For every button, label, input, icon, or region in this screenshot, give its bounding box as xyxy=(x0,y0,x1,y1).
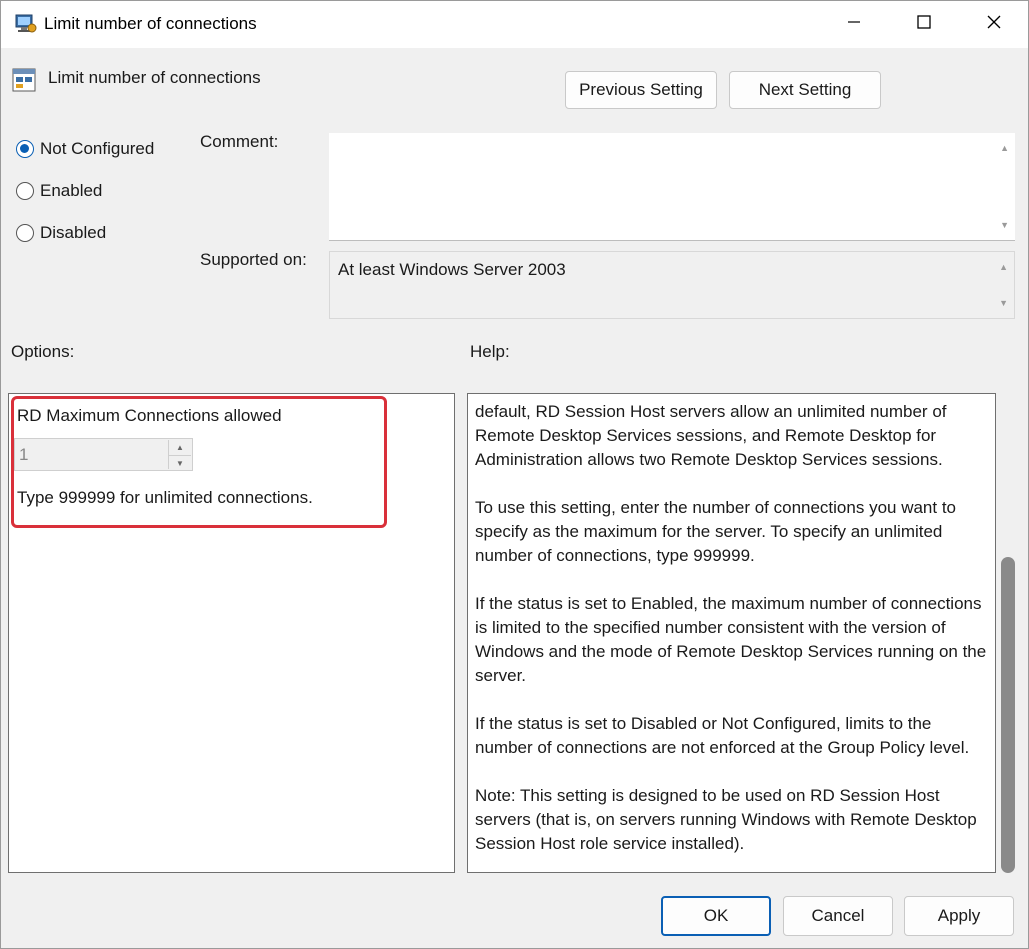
ok-button[interactable]: OK xyxy=(661,896,771,936)
comment-textarea[interactable]: ▲ ▼ xyxy=(329,133,1015,241)
radio-label: Disabled xyxy=(40,223,107,242)
apply-button[interactable]: Apply xyxy=(904,896,1014,936)
help-panel: default, RD Session Host servers allow a… xyxy=(467,393,996,873)
scroll-up-icon[interactable]: ▲ xyxy=(999,262,1008,272)
annotation-highlight-box xyxy=(11,396,387,528)
minimize-button[interactable] xyxy=(819,1,889,48)
radio-checked-icon xyxy=(16,140,34,158)
previous-setting-button[interactable]: Previous Setting xyxy=(565,71,717,109)
close-icon xyxy=(986,14,1002,35)
help-paragraph: default, RD Session Host servers allow a… xyxy=(475,402,947,469)
help-label: Help: xyxy=(470,342,510,361)
radio-unchecked-icon xyxy=(16,224,34,242)
next-setting-button[interactable]: Next Setting xyxy=(729,71,881,109)
supported-on-field: At least Windows Server 2003 ▲ ▼ xyxy=(329,251,1015,319)
maximize-button[interactable] xyxy=(889,1,959,48)
setting-title: Limit number of connections xyxy=(48,68,261,87)
help-text: default, RD Session Host servers allow a… xyxy=(475,400,990,872)
title-bar[interactable]: Limit number of connections xyxy=(1,1,1028,48)
radio-disabled[interactable]: Disabled xyxy=(16,223,106,243)
radio-enabled[interactable]: Enabled xyxy=(16,181,102,201)
scroll-down-icon[interactable]: ▼ xyxy=(1000,220,1009,230)
maximize-icon xyxy=(916,14,932,35)
scroll-up-icon[interactable]: ▲ xyxy=(1000,143,1009,153)
group-policy-app-icon xyxy=(15,13,37,33)
radio-unchecked-icon xyxy=(16,182,34,200)
help-scrollbar-thumb[interactable] xyxy=(1001,557,1015,873)
cancel-button[interactable]: Cancel xyxy=(783,896,893,936)
help-paragraph: If the status is set to Enabled, the max… xyxy=(475,594,987,685)
options-label: Options: xyxy=(11,342,75,361)
scroll-down-icon[interactable]: ▼ xyxy=(999,298,1008,308)
help-paragraph: Note: This setting is designed to be use… xyxy=(475,786,977,853)
radio-label: Not Configured xyxy=(40,139,155,158)
supported-on-label: Supported on: xyxy=(200,250,307,269)
policy-dialog: Limit number of connections Limit number… xyxy=(0,0,1029,949)
close-button[interactable] xyxy=(959,1,1028,48)
policy-setting-icon xyxy=(12,67,36,93)
comment-label: Comment: xyxy=(200,132,279,151)
supported-on-value: At least Windows Server 2003 xyxy=(338,260,566,279)
help-paragraph: To use this setting, enter the number of… xyxy=(475,498,957,565)
minimize-icon xyxy=(846,14,862,35)
help-paragraph: If the status is set to Disabled or Not … xyxy=(475,714,970,757)
radio-not-configured[interactable]: Not Configured xyxy=(16,139,154,159)
window-title: Limit number of connections xyxy=(44,14,257,33)
radio-label: Enabled xyxy=(40,181,103,200)
